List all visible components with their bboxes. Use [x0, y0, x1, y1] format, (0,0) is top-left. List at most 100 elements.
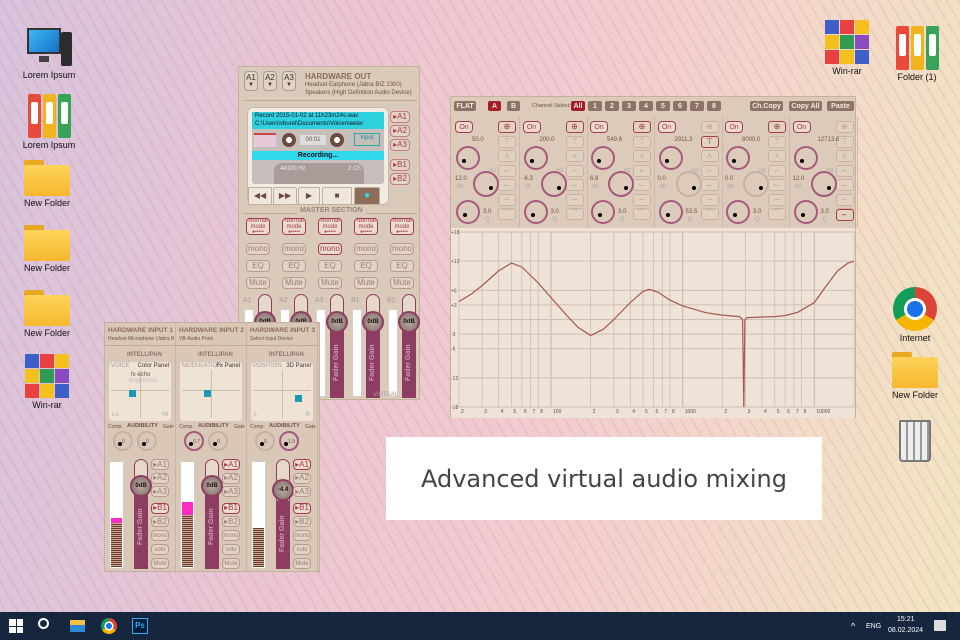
route-a1-button[interactable]: ▸ A1 — [151, 459, 169, 470]
band-freq-knob[interactable] — [456, 146, 480, 170]
band-freq-knob[interactable] — [591, 146, 615, 170]
route-b2-button[interactable]: ▸ B2 — [293, 516, 311, 527]
channel-all-button[interactable]: All — [571, 101, 585, 111]
band-on-button[interactable]: On — [725, 121, 743, 133]
route-b2-button[interactable]: ▸ B2 — [222, 516, 240, 527]
filter-type-6-icon[interactable]: ⌒ — [565, 208, 584, 220]
band-freq-knob[interactable] — [658, 146, 683, 170]
mono-button[interactable]: mono — [282, 243, 306, 255]
fader-knob[interactable]: -4.4 — [272, 479, 294, 501]
filter-type-6-icon[interactable]: ⌒ — [498, 208, 516, 220]
fader-knob[interactable]: 0dB — [326, 311, 348, 333]
band-on-button[interactable]: On — [792, 121, 811, 133]
band-on-button[interactable]: On — [590, 121, 608, 133]
transport-fast-forward-button[interactable]: ▶▶ — [273, 187, 297, 205]
bus-select-a2[interactable]: A2 ▼ — [263, 71, 277, 91]
band-on-button[interactable]: On — [657, 121, 676, 133]
normal-mode-button[interactable]: Normal mode ●••••• — [246, 218, 270, 235]
eq-button[interactable]: EQ — [246, 260, 270, 272]
pan-handle[interactable] — [295, 395, 302, 402]
pan-handle[interactable] — [204, 390, 211, 397]
filter-type-4-icon[interactable]: ⌙ — [768, 179, 786, 191]
filter-type-3-icon[interactable]: ⌐ — [700, 164, 719, 177]
channel-1-button[interactable]: 1 — [588, 101, 602, 111]
fader-knob[interactable]: 0dB — [398, 311, 420, 333]
pan-panel-label[interactable]: Color Panel — [138, 363, 169, 369]
filter-type-3-icon[interactable]: ⌐ — [835, 164, 854, 177]
eq-button[interactable]: EQ — [390, 260, 414, 272]
filter-type-6-icon[interactable]: ⌒ — [700, 208, 719, 220]
band-gain-knob[interactable] — [675, 171, 702, 197]
route-a3-button[interactable]: ▸ A3 — [222, 486, 240, 497]
band-q-knob[interactable] — [591, 200, 615, 224]
filter-type-4-icon[interactable]: ⌙ — [633, 179, 651, 191]
desktop-icon-new-folder[interactable]: New Folder — [880, 352, 950, 400]
transport-play-button[interactable]: ▶ — [298, 187, 320, 205]
chrome-icon[interactable] — [101, 618, 117, 634]
desktop-icon-win-rar[interactable]: Win-rar — [12, 354, 82, 410]
filter-type-2-icon[interactable]: ⋏ — [498, 150, 516, 162]
mono-button[interactable]: mono — [390, 243, 414, 255]
start-icon[interactable] — [9, 619, 23, 633]
mono-button[interactable]: mono — [354, 243, 378, 255]
filter-type-1-icon[interactable]: ⊤ — [700, 135, 719, 148]
route-a3-button[interactable]: ▸ A3 — [151, 486, 169, 497]
pan-handle[interactable] — [129, 390, 136, 397]
clock-time[interactable]: 15:21 — [897, 616, 915, 623]
filter-type-0-icon[interactable]: ⊕ — [633, 121, 651, 133]
band-gain-knob[interactable] — [608, 171, 634, 197]
channel-5-button[interactable]: 5 — [656, 101, 670, 111]
mute-button[interactable]: Mute — [246, 277, 270, 289]
filter-type-0-icon[interactable]: ⊕ — [565, 121, 584, 133]
channel-3-button[interactable]: 3 — [622, 101, 636, 111]
filter-type-1-icon[interactable]: ⊤ — [633, 135, 651, 148]
ch-copy-button[interactable]: Ch.Copy — [750, 101, 783, 111]
filter-type-5-icon[interactable]: ∽ — [768, 193, 786, 206]
band-freq-knob[interactable] — [523, 146, 548, 170]
filter-type-1-icon[interactable]: ⊤ — [565, 135, 584, 148]
route-b1-button[interactable]: ▸ B1 — [293, 502, 311, 514]
filter-type-3-icon[interactable]: ⌐ — [633, 164, 651, 177]
intellipan-pad[interactable]: VOICE Color Panel fx echo brightness Lo Hi — [109, 362, 171, 421]
band-on-button[interactable]: On — [522, 121, 541, 133]
band-q-knob[interactable] — [793, 200, 818, 224]
filter-type-3-icon[interactable]: ⌐ — [498, 164, 516, 177]
photoshop-icon[interactable]: Ps — [132, 618, 148, 634]
filter-type-4-icon[interactable]: ⌙ — [498, 179, 516, 191]
device-2[interactable]: Speakers (High Definition Audio Device) — [305, 90, 412, 96]
route-b1-button[interactable]: ▸ B1 — [390, 159, 410, 171]
channel-6-button[interactable]: 6 — [673, 101, 687, 111]
knob-comp[interactable]: 0 — [113, 431, 133, 451]
desktop-icon-new-folder[interactable]: New Folder — [12, 290, 82, 338]
band-q-knob[interactable] — [658, 200, 683, 224]
knob-gate[interactable]: 1.9 — [279, 431, 299, 451]
route-b2-button[interactable]: ▸ B2 — [151, 516, 169, 527]
mute-button[interactable]: Mute — [318, 277, 342, 289]
channel-8-button[interactable]: 8 — [707, 101, 721, 111]
filter-type-3-icon[interactable]: ⌐ — [768, 164, 786, 177]
solo-button[interactable]: solo — [293, 544, 311, 555]
knob-gate[interactable]: 0 — [137, 431, 157, 451]
solo-button[interactable]: solo — [222, 544, 240, 555]
band-q-knob[interactable] — [726, 200, 750, 224]
route-b1-button[interactable]: ▸ B1 — [151, 502, 169, 514]
language-indicator[interactable]: ENG — [866, 623, 881, 630]
desktop-icon-lorem-ipsum[interactable]: Lorem Ipsum — [14, 94, 84, 150]
fader-knob[interactable]: 0dB — [201, 475, 223, 497]
filter-type-5-icon[interactable]: ∽ — [498, 193, 516, 206]
desktop-icon-recycle-bin[interactable] — [880, 420, 950, 462]
preset-b-button[interactable]: B — [507, 101, 520, 111]
band-q-knob[interactable] — [456, 200, 480, 224]
band-gain-knob[interactable] — [810, 171, 837, 197]
file-explorer-icon[interactable] — [70, 620, 85, 632]
band-freq-knob[interactable] — [793, 146, 818, 170]
pan-panel-label[interactable]: 3D Panel — [286, 363, 311, 369]
mute-button[interactable]: Mute — [293, 558, 311, 569]
route-a2-button[interactable]: ▸ A2 — [151, 472, 169, 484]
eq-button[interactable]: EQ — [282, 260, 306, 272]
search-icon[interactable] — [38, 618, 49, 629]
fader-knob[interactable]: 0dB — [130, 475, 152, 497]
knob-gate[interactable]: 0 — [208, 431, 228, 451]
filter-type-6-icon[interactable]: ⌒ — [768, 208, 786, 220]
desktop-icon-lorem-ipsum[interactable]: Lorem Ipsum — [14, 26, 84, 80]
